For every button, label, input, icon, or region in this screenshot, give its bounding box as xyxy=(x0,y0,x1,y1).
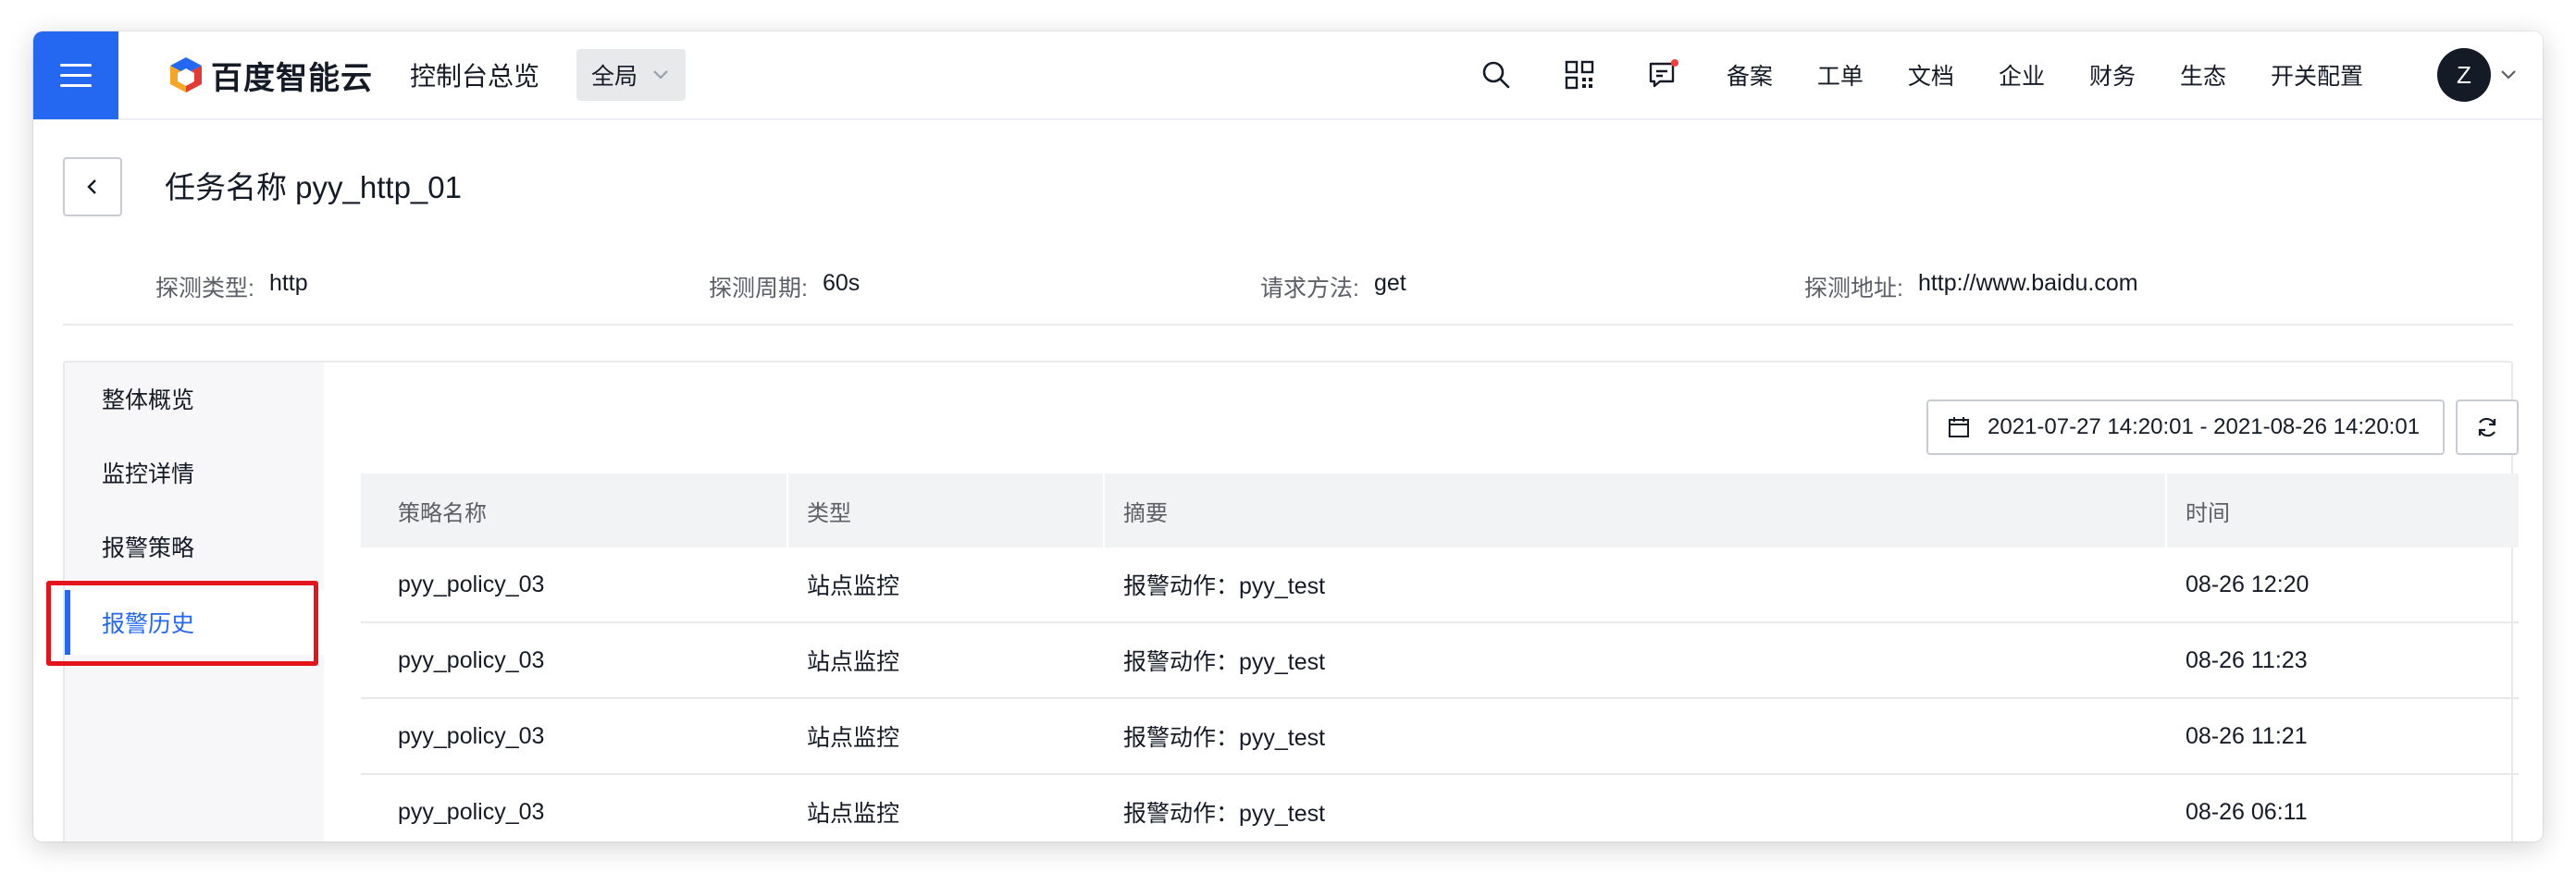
sidebar-item-monitor-details[interactable]: 监控详情 xyxy=(65,440,324,505)
nav-link-docs[interactable]: 文档 xyxy=(1908,58,1954,92)
user-avatar[interactable]: Z xyxy=(2437,48,2491,102)
detail-panel: 整体概览 监控详情 报警策略 报警历史 2021-07-27 14:20:01 … xyxy=(46,361,2519,842)
menu-line-icon xyxy=(60,63,92,67)
refresh-button[interactable] xyxy=(2456,400,2519,455)
header-divider xyxy=(63,324,2513,326)
probe-interval-value: 60s xyxy=(822,270,861,296)
probe-type-value: http xyxy=(268,270,308,296)
menu-line-icon xyxy=(60,83,92,87)
qr-code-icon xyxy=(1565,60,1594,90)
cell-time: 08-26 06:11 xyxy=(2186,798,2308,825)
nav-link-feature-switch[interactable]: 开关配置 xyxy=(2271,58,2363,92)
brand-name: 百度智能云 xyxy=(211,60,373,96)
probe-address-value: http://www.baidu.com xyxy=(1917,270,2138,296)
region-label: 全局 xyxy=(591,64,638,90)
cell-policy-name: pyy_policy_03 xyxy=(398,722,545,749)
messages-button[interactable] xyxy=(1641,54,1684,96)
chevron-down-icon[interactable] xyxy=(2498,65,2519,85)
calendar-icon xyxy=(1949,417,1969,437)
top-navigation-bar: 百度智能云 控制台总览 全局 备案 工单 文档 企业 财务 生态 开关配置 Z xyxy=(33,31,2543,120)
refresh-icon xyxy=(2478,417,2496,437)
cell-type: 站点监控 xyxy=(807,573,900,599)
probe-type-label: 探测类型: xyxy=(155,276,254,301)
cell-policy-name: pyy_policy_03 xyxy=(398,571,545,597)
probe-address-field: 探测地址: http://www.baidu.com xyxy=(1804,270,2138,303)
cell-summary: 报警动作：pyy_test xyxy=(1123,649,1326,675)
table-row: pyy_policy_03 站点监控 报警动作：pyy_test 08-26 1… xyxy=(361,547,2519,623)
table-row: pyy_policy_03 站点监控 报警动作：pyy_test 08-26 1… xyxy=(361,623,2519,699)
date-range-picker[interactable]: 2021-07-27 14:20:01 - 2021-08-26 14:20:0… xyxy=(1926,400,2445,455)
back-button[interactable] xyxy=(63,157,122,216)
console-window: 百度智能云 控制台总览 全局 备案 工单 文档 企业 财务 生态 开关配置 Z … xyxy=(33,31,2543,842)
cell-type: 站点监控 xyxy=(807,801,900,827)
column-header-summary: 摘要 xyxy=(1103,473,2165,547)
request-method-field: 请求方法: get xyxy=(1260,270,1406,303)
cell-summary: 报警动作：pyy_test xyxy=(1123,725,1326,751)
cell-time: 08-26 11:21 xyxy=(2186,722,2308,749)
nav-link-filing[interactable]: 备案 xyxy=(1727,58,1773,92)
probe-address-label: 探测地址: xyxy=(1804,276,1903,301)
topbar-actions: 备案 工单 文档 企业 财务 生态 开关配置 Z xyxy=(1455,31,2543,119)
column-header-type: 类型 xyxy=(786,473,1103,547)
menu-line-icon xyxy=(60,73,92,77)
brand-logo[interactable]: 百度智能云 xyxy=(167,53,373,98)
page-title: 任务名称 pyy_http_01 xyxy=(165,170,462,204)
nav-link-enterprise[interactable]: 企业 xyxy=(1999,58,2045,92)
probe-interval-field: 探测周期: 60s xyxy=(709,270,860,303)
cell-policy-name: pyy_policy_03 xyxy=(398,798,545,825)
table-header: 策略名称 类型 摘要 时间 xyxy=(361,473,2519,547)
cell-time: 08-26 12:20 xyxy=(2186,571,2310,597)
sidebar-item-alarm-policy[interactable]: 报警策略 xyxy=(65,514,324,579)
cell-time: 08-26 11:23 xyxy=(2186,646,2308,673)
annotation-highlight-box xyxy=(46,581,318,666)
cell-type: 站点监控 xyxy=(807,725,900,751)
search-icon xyxy=(1482,61,1510,89)
cell-summary: 报警动作：pyy_test xyxy=(1123,573,1326,599)
nav-link-finance[interactable]: 财务 xyxy=(2089,58,2136,92)
baidu-cloud-logo-icon xyxy=(170,57,202,92)
probe-type-field: 探测类型: http xyxy=(155,270,308,303)
column-header-policy-name: 策略名称 xyxy=(398,500,487,526)
date-range-value: 2021-07-27 14:20:01 - 2021-08-26 14:20:0… xyxy=(1988,414,2421,439)
nav-link-ticket[interactable]: 工单 xyxy=(1817,58,1864,92)
hamburger-menu-button[interactable] xyxy=(33,31,118,119)
cell-policy-name: pyy_policy_03 xyxy=(398,646,545,673)
request-method-label: 请求方法: xyxy=(1260,276,1359,301)
sidebar-item-overview[interactable]: 整体概览 xyxy=(65,366,324,431)
cell-summary: 报警动作：pyy_test xyxy=(1123,801,1326,827)
chevron-down-icon xyxy=(653,70,668,80)
region-selector[interactable]: 全局 xyxy=(576,49,687,101)
cell-type: 站点监控 xyxy=(807,649,900,675)
nav-link-ecosystem[interactable]: 生态 xyxy=(2180,58,2226,92)
table-row: pyy_policy_03 站点监控 报警动作：pyy_test 08-26 1… xyxy=(361,699,2519,775)
search-button[interactable] xyxy=(1475,54,1517,96)
column-header-time: 时间 xyxy=(2165,473,2519,547)
probe-interval-label: 探测周期: xyxy=(709,276,808,301)
request-method-value: get xyxy=(1373,270,1406,296)
notification-dot xyxy=(1670,59,1678,67)
chevron-left-icon xyxy=(87,179,96,194)
alarm-history-table: 策略名称 类型 摘要 时间 pyy_policy_03 站点监控 报警动作：py… xyxy=(361,473,2519,842)
table-row: pyy_policy_03 站点监控 报警动作：pyy_test 08-26 0… xyxy=(361,775,2519,842)
qr-code-button[interactable] xyxy=(1558,54,1601,96)
console-overview-link[interactable]: 控制台总览 xyxy=(410,56,539,93)
